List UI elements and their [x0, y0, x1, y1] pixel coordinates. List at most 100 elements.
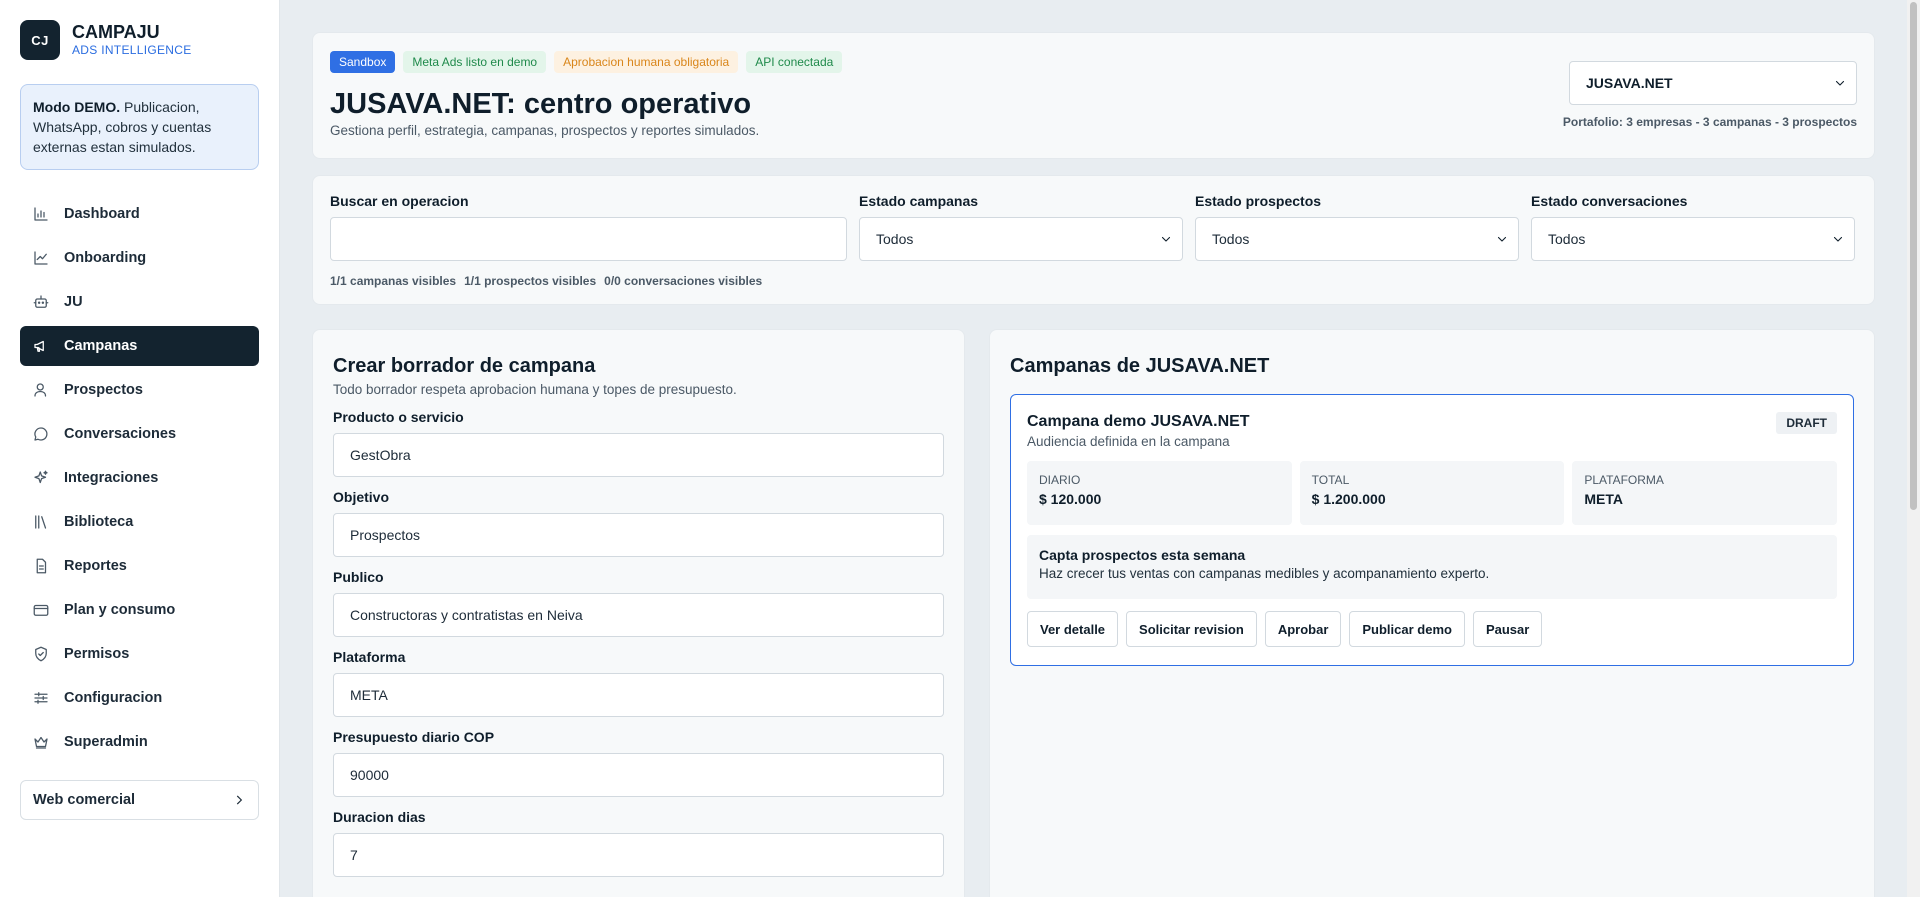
- conversation-state-value: Todos: [1548, 231, 1586, 247]
- form-group-audience: Publico Constructoras y contratistas en …: [333, 569, 944, 637]
- budget-input[interactable]: 90000: [333, 753, 944, 797]
- search-input[interactable]: [330, 217, 847, 261]
- duration-label: Duracion dias: [333, 809, 426, 825]
- filter-prospect-state: Estado prospectos Todos: [1195, 193, 1519, 261]
- main-content: Sandbox Meta Ads listo en demo Aprobacio…: [280, 0, 1907, 897]
- metric-daily: DIARIO $ 120.000: [1027, 461, 1292, 525]
- campaign-state-select[interactable]: Todos: [859, 217, 1183, 261]
- prospect-state-value: Todos: [1212, 231, 1250, 247]
- metric-label: TOTAL: [1311, 473, 1350, 487]
- product-label: Producto o servicio: [333, 409, 464, 425]
- metric-label: PLATAFORMA: [1584, 473, 1664, 487]
- portfolio-summary: Portafolio: 3 empresas - 3 campanas - 3 …: [1562, 115, 1857, 129]
- campaign-state-label: Estado campanas: [859, 193, 979, 209]
- crown-icon: [34, 736, 48, 749]
- metric-value: $ 120.000: [1039, 491, 1102, 507]
- publish-demo-button[interactable]: Publicar demo: [1349, 611, 1465, 647]
- metric-value: $ 1.200.000: [1311, 491, 1386, 507]
- web-comercial-button[interactable]: Web comercial: [20, 780, 259, 820]
- prospect-state-select[interactable]: Todos: [1195, 217, 1519, 261]
- campaign-metrics: DIARIO $ 120.000 TOTAL $ 1.200.000 PLATA…: [1027, 461, 1838, 525]
- metric-value: META: [1584, 491, 1623, 507]
- sidebar-item-onboarding[interactable]: Onboarding: [20, 238, 259, 278]
- pause-button[interactable]: Pausar: [1472, 611, 1543, 647]
- sidebar-item-ju[interactable]: JU: [20, 282, 259, 322]
- sidebar-item-superadmin[interactable]: Superadmin: [20, 722, 259, 762]
- sidebar-item-label: Conversaciones: [64, 426, 177, 442]
- product-input[interactable]: GestObra: [333, 433, 944, 477]
- demo-notice-bold: Modo DEMO.: [33, 99, 121, 115]
- campaign-name: Campana demo JUSAVA.NET: [1027, 413, 1250, 430]
- sidebar-item-configuracion[interactable]: Configuracion: [20, 678, 259, 718]
- megaphone-icon: [34, 340, 44, 352]
- chevron-down-icon: [1161, 236, 1171, 242]
- form-group-platform: Plataforma META: [333, 649, 944, 717]
- company-select[interactable]: JUSAVA.NET: [1569, 61, 1857, 105]
- scrollbar-thumb[interactable]: [1910, 2, 1917, 510]
- audience-label: Publico: [333, 569, 384, 585]
- sidebar-item-campanas[interactable]: Campanas: [20, 326, 259, 366]
- sliders-icon: [34, 692, 48, 704]
- duration-input[interactable]: 7: [333, 833, 944, 877]
- sidebar-item-label: Prospectos: [64, 382, 143, 398]
- brand[interactable]: CJ CAMPAJU ADS INTELLIGENCE: [20, 20, 259, 60]
- prospect-state-label: Estado prospectos: [1195, 193, 1322, 209]
- bar-chart-icon: [34, 207, 48, 221]
- sidebar-item-biblioteca[interactable]: Biblioteca: [20, 502, 259, 542]
- sidebar: CJ CAMPAJU ADS INTELLIGENCE Modo DEMO. P…: [0, 0, 280, 897]
- sidebar-item-label: Plan y consumo: [64, 602, 176, 618]
- page-scrollbar[interactable]: [1907, 0, 1920, 897]
- line-chart-icon: [34, 251, 48, 265]
- sidebar-item-label: Campanas: [64, 338, 138, 354]
- shield-icon: [35, 646, 47, 662]
- approve-button[interactable]: Aprobar: [1264, 611, 1342, 647]
- sidebar-item-label: Onboarding: [64, 250, 147, 266]
- conversation-state-select[interactable]: Todos: [1531, 217, 1855, 261]
- sidebar-nav: Dashboard Onboarding JU Campanas Prospec…: [20, 194, 259, 762]
- badge-api-connected: API conectada: [746, 51, 843, 73]
- form-group-budget: Presupuesto diario COP 90000: [333, 729, 944, 797]
- form-title: Crear borrador de campana: [333, 355, 596, 377]
- request-review-button[interactable]: Solicitar revision: [1126, 611, 1257, 647]
- chevron-down-icon: [1497, 236, 1507, 242]
- sidebar-item-conversaciones[interactable]: Conversaciones: [20, 414, 259, 454]
- campaign-card[interactable]: Campana demo JUSAVA.NET Audiencia defini…: [1010, 394, 1854, 666]
- document-icon: [36, 558, 47, 574]
- sidebar-item-integraciones[interactable]: Integraciones: [20, 458, 259, 498]
- prospect-count: 1/1 prospectos visibles: [464, 274, 597, 288]
- campaign-state-value: Todos: [876, 231, 914, 247]
- sidebar-item-label: Biblioteca: [64, 514, 134, 530]
- visibility-counts: 1/1 campanas visibles 1/1 prospectos vis…: [330, 274, 1857, 288]
- form-subtitle: Todo borrador respeta aprobacion humana …: [333, 382, 737, 397]
- sidebar-item-dashboard[interactable]: Dashboard: [20, 194, 259, 234]
- sidebar-item-label: Configuracion: [64, 690, 163, 706]
- sidebar-item-label: Dashboard: [64, 206, 140, 222]
- sidebar-item-prospectos[interactable]: Prospectos: [20, 370, 259, 410]
- brand-subtitle: ADS INTELLIGENCE: [72, 43, 192, 57]
- header-card: Sandbox Meta Ads listo en demo Aprobacio…: [312, 32, 1875, 159]
- sidebar-item-reportes[interactable]: Reportes: [20, 546, 259, 586]
- metric-total: TOTAL $ 1.200.000: [1299, 461, 1565, 525]
- brand-logo: CJ: [20, 20, 60, 60]
- audience-input[interactable]: Constructoras y contratistas en Neiva: [333, 593, 944, 637]
- platform-input[interactable]: META: [333, 673, 944, 717]
- credit-card-icon: [33, 604, 49, 616]
- view-detail-button[interactable]: Ver detalle: [1027, 611, 1119, 647]
- sidebar-item-permisos[interactable]: Permisos: [20, 634, 259, 674]
- campaign-list: Campanas de JUSAVA.NET Campana demo JUSA…: [989, 329, 1875, 897]
- platform-label: Plataforma: [333, 649, 406, 665]
- budget-label: Presupuesto diario COP: [333, 729, 495, 745]
- objective-input[interactable]: Prospectos: [333, 513, 944, 557]
- metric-platform: PLATAFORMA META: [1572, 461, 1838, 525]
- library-icon: [35, 515, 47, 529]
- campaign-count: 1/1 campanas visibles: [330, 274, 457, 288]
- robot-icon: [33, 295, 49, 308]
- form-group-objective: Objetivo Prospectos: [333, 489, 944, 557]
- sidebar-item-plan-y-consumo[interactable]: Plan y consumo: [20, 590, 259, 630]
- status-badge: DRAFT: [1776, 412, 1837, 434]
- form-group-duration: Duracion dias 7: [333, 809, 944, 877]
- sidebar-item-label: JU: [64, 294, 83, 310]
- badge-sandbox: Sandbox: [330, 51, 396, 73]
- create-campaign-form: Crear borrador de campana Todo borrador …: [312, 329, 965, 897]
- campaign-actions: Ver detalle Solicitar revision Aprobar P…: [1027, 611, 1837, 647]
